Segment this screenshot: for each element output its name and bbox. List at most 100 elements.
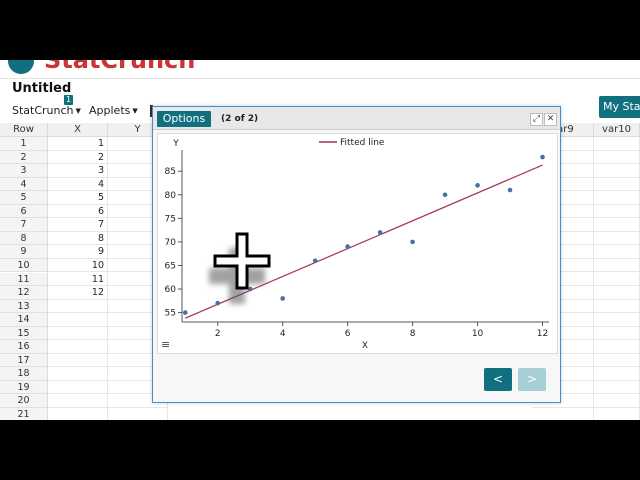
column-header-x[interactable]: X bbox=[48, 123, 108, 137]
menu-applets[interactable]: Applets ▼ bbox=[89, 104, 138, 117]
table-cell[interactable] bbox=[108, 408, 168, 420]
prev-button[interactable]: < bbox=[484, 368, 512, 391]
row-number[interactable]: 16 bbox=[0, 340, 48, 354]
table-cell[interactable]: 3 bbox=[48, 164, 108, 178]
row-number[interactable]: 1 bbox=[0, 137, 48, 151]
y-tick-label: 70 bbox=[165, 238, 177, 248]
row-number[interactable]: 7 bbox=[0, 218, 48, 232]
data-point bbox=[182, 310, 188, 315]
table-cell[interactable] bbox=[48, 340, 108, 354]
row-number[interactable]: 13 bbox=[0, 299, 48, 314]
row-number[interactable]: 2 bbox=[0, 150, 48, 165]
data-point bbox=[345, 244, 350, 249]
table-cell[interactable] bbox=[594, 272, 640, 287]
row-number[interactable]: 15 bbox=[0, 326, 48, 341]
x-axis-label: X bbox=[362, 341, 368, 351]
row-number[interactable]: 5 bbox=[0, 191, 48, 205]
row-number[interactable]: 14 bbox=[0, 313, 48, 327]
table-cell[interactable] bbox=[532, 408, 594, 420]
statcrunch-logo-icon bbox=[8, 60, 34, 74]
table-cell[interactable] bbox=[594, 353, 640, 368]
my-statcrunch-button[interactable]: My StatCrunch bbox=[599, 96, 640, 118]
table-cell[interactable] bbox=[594, 299, 640, 314]
row-number[interactable]: 12 bbox=[0, 286, 48, 300]
brand-title: StatCrunch bbox=[44, 60, 196, 74]
table-cell[interactable]: 12 bbox=[48, 286, 108, 300]
row-number[interactable]: 18 bbox=[0, 367, 48, 381]
dialog-titlebar[interactable]: Options (2 of 2) ⤢ ✕ bbox=[153, 107, 560, 130]
table-cell[interactable] bbox=[594, 380, 640, 395]
table-cell[interactable] bbox=[594, 258, 640, 273]
table-cell[interactable]: 6 bbox=[48, 204, 108, 219]
row-number[interactable]: 11 bbox=[0, 272, 48, 287]
row-number[interactable]: 21 bbox=[0, 408, 48, 420]
table-cell[interactable] bbox=[594, 313, 640, 327]
table-cell[interactable] bbox=[594, 137, 640, 151]
row-number[interactable]: 9 bbox=[0, 245, 48, 259]
y-tick-label: 75 bbox=[165, 214, 176, 224]
table-cell[interactable] bbox=[594, 326, 640, 341]
data-point bbox=[442, 192, 448, 198]
table-cell[interactable] bbox=[594, 164, 640, 178]
caret-down-icon: ▼ bbox=[132, 107, 138, 115]
row-number[interactable]: 10 bbox=[0, 258, 48, 273]
table-cell[interactable] bbox=[594, 340, 640, 354]
table-cell[interactable] bbox=[594, 191, 640, 205]
table-cell[interactable]: 2 bbox=[48, 150, 108, 165]
table-cell[interactable] bbox=[48, 326, 108, 341]
table-cell[interactable] bbox=[594, 367, 640, 381]
y-tick-label: 65 bbox=[165, 261, 176, 271]
data-point bbox=[507, 187, 513, 193]
table-cell[interactable] bbox=[594, 245, 640, 259]
data-point bbox=[540, 154, 545, 160]
table-cell[interactable]: 11 bbox=[48, 272, 108, 287]
y-tick-label: 80 bbox=[165, 191, 177, 201]
data-point bbox=[475, 183, 480, 188]
next-button[interactable]: > bbox=[518, 368, 546, 391]
table-cell[interactable] bbox=[48, 394, 108, 408]
table-cell[interactable] bbox=[594, 218, 640, 232]
column-header-row[interactable]: Row bbox=[0, 123, 48, 137]
document-title[interactable]: Untitled bbox=[12, 81, 71, 96]
table-cell[interactable]: 9 bbox=[48, 245, 108, 259]
table-cell[interactable]: 4 bbox=[48, 177, 108, 192]
row-number[interactable]: 17 bbox=[0, 353, 48, 368]
legend-label: Fitted line bbox=[340, 138, 385, 148]
table-cell[interactable] bbox=[594, 204, 640, 219]
table-cell[interactable] bbox=[48, 299, 108, 314]
table-cell[interactable]: 1 bbox=[48, 137, 108, 151]
data-point bbox=[312, 258, 318, 264]
table-cell[interactable] bbox=[48, 380, 108, 395]
table-cell[interactable]: 5 bbox=[48, 191, 108, 205]
table-cell[interactable] bbox=[48, 313, 108, 327]
row-number[interactable]: 4 bbox=[0, 177, 48, 192]
table-cell[interactable]: 7 bbox=[48, 218, 108, 232]
table-cell[interactable] bbox=[594, 408, 640, 420]
x-tick-label: 6 bbox=[345, 329, 351, 339]
table-cell[interactable]: 10 bbox=[48, 258, 108, 273]
options-button[interactable]: Options bbox=[157, 111, 211, 127]
row-number[interactable]: 19 bbox=[0, 380, 48, 395]
table-cell[interactable] bbox=[48, 367, 108, 381]
table-cell[interactable] bbox=[594, 394, 640, 408]
column-header-var10[interactable]: var10 bbox=[594, 123, 640, 137]
close-icon[interactable]: ✕ bbox=[544, 113, 557, 126]
chart-menu-icon[interactable]: ≡ bbox=[161, 338, 170, 351]
table-cell[interactable] bbox=[594, 177, 640, 192]
y-tick-label: 85 bbox=[165, 167, 176, 177]
row-number[interactable]: 20 bbox=[0, 394, 48, 408]
table-cell[interactable]: 8 bbox=[48, 231, 108, 246]
row-number[interactable]: 3 bbox=[0, 164, 48, 178]
data-point bbox=[377, 230, 383, 235]
page-indicator: (2 of 2) bbox=[221, 114, 259, 124]
y-tick-label: 60 bbox=[165, 285, 177, 295]
menu-statcrunch[interactable]: StatCrunch ▼ bbox=[12, 104, 81, 117]
table-cell[interactable] bbox=[594, 150, 640, 165]
table-cell[interactable] bbox=[48, 353, 108, 368]
expand-icon[interactable]: ⤢ bbox=[530, 113, 543, 126]
row-number[interactable]: 6 bbox=[0, 204, 48, 219]
row-number[interactable]: 8 bbox=[0, 231, 48, 246]
table-cell[interactable] bbox=[48, 408, 108, 420]
table-cell[interactable] bbox=[594, 286, 640, 300]
table-cell[interactable] bbox=[594, 231, 640, 246]
